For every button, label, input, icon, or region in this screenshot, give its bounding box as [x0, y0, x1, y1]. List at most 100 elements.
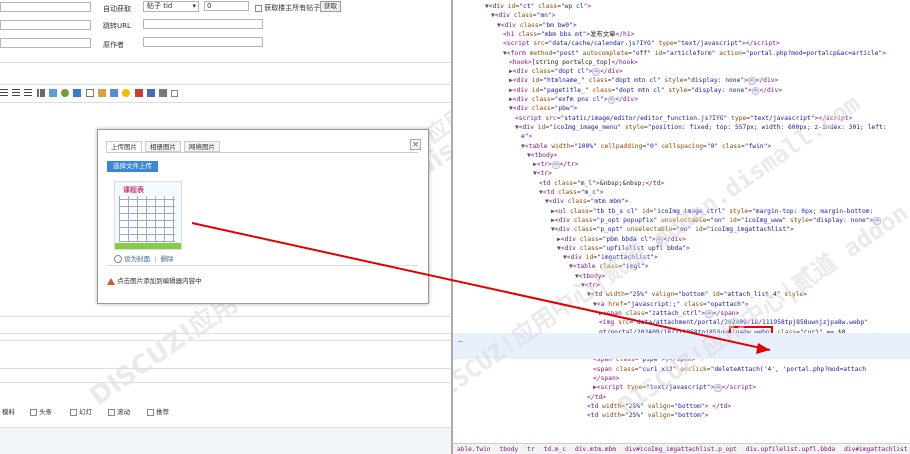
code-icon[interactable]: [159, 89, 168, 97]
post-type-select-value: 帖子 tid: [147, 2, 173, 10]
dom-tree[interactable]: ▼<div id="ct" class="wp cl"> ▼<div class=…: [453, 0, 910, 443]
thumb-timetable-grid: [119, 196, 175, 242]
left-field-2[interactable]: [0, 20, 91, 30]
dom-node-line[interactable]: ▶<ul class="tb tb_s cl" id="icoImg_image…: [551, 207, 873, 216]
dom-node-line[interactable]: ▼<tbody>: [527, 151, 557, 160]
dom-node-line[interactable]: ▶<span class="zattach_ctrl"> ⋯ </span>: [599, 309, 739, 318]
smiley-icon[interactable]: [122, 89, 131, 97]
dom-node-line[interactable]: </td>: [587, 393, 606, 402]
attr-checkbox[interactable]: [147, 408, 154, 416]
attr-checkbox[interactable]: [70, 408, 77, 416]
dom-node-line[interactable]: ▼<tr>: [533, 169, 552, 178]
jump-url-input[interactable]: [143, 19, 263, 29]
thumb-caption: 课程表: [123, 186, 144, 194]
dom-node-line[interactable]: ▶<div class="pbm bbda cl"> ⋯ </div>: [557, 235, 686, 244]
close-icon[interactable]: ×: [410, 139, 421, 150]
dom-node-line[interactable]: ▶<div class="dopt cl"> ⋯ </div>: [509, 67, 623, 77]
tab-web-image[interactable]: 网络图片: [184, 141, 220, 152]
author-input[interactable]: [143, 37, 263, 47]
dom-node-line[interactable]: <td width="25%" valign="bottom"> </td>: [587, 402, 731, 411]
dom-node-line[interactable]: <script src="data/cache/calendar.js?IYG"…: [503, 39, 780, 48]
align-left-icon[interactable]: [0, 89, 8, 97]
dom-node-line[interactable]: ▼<div id="imgattachlist">: [563, 253, 658, 262]
divider: [0, 368, 451, 369]
set-cover-link[interactable]: 设为封面: [124, 255, 150, 263]
dom-node-line[interactable]: ▼<div id="ct" class="wp cl">: [485, 2, 591, 11]
dom-node-line[interactable]: <hook>[string portalcp_top]</hook>: [509, 58, 638, 67]
breadcrumb-item[interactable]: div#imgattachlist: [844, 446, 907, 453]
dom-node-line[interactable]: e">: [521, 132, 532, 141]
dom-node-line[interactable]: ▶<div class="exfm pns cl"> ⋯ </div>: [509, 95, 638, 104]
auto-get-label: 自动获取: [103, 5, 131, 13]
left-field-1[interactable]: [0, 2, 91, 12]
dom-node-line[interactable]: ▼<div class="bm bw0">: [497, 21, 577, 30]
tid-input[interactable]: 0: [204, 1, 249, 11]
hint-divider: [106, 265, 418, 266]
dom-node-line[interactable]: <td width="25%" valign="bottom">: [587, 411, 708, 420]
dom-node-line[interactable]: <script src="static/image/editor/editor_…: [515, 114, 852, 123]
selected-node-highlight: [453, 333, 910, 359]
delete-link[interactable]: 删除: [160, 255, 173, 263]
dom-node-line[interactable]: ▶<tr> ⋯ </tr>: [533, 160, 579, 170]
dom-node-line[interactable]: ▼<table class="imgl">: [569, 262, 649, 271]
dom-node-line[interactable]: ▼<div class="mtm mbm">: [545, 197, 628, 206]
dom-node-line[interactable]: <h1 class="mbm bbs mt">发布文章</h1>: [503, 30, 634, 39]
dom-node-line[interactable]: </span>: [593, 374, 620, 383]
attachment-icon[interactable]: [85, 89, 94, 97]
dom-node-line[interactable]: ▼<div class="upfilelist upfl bbda">: [557, 244, 690, 253]
dom-node-line[interactable]: ▼<a href="javascript:;" class="opattach"…: [593, 300, 749, 309]
dom-node-line[interactable]: ▶<div id="htmlname_" class="dopt mtn cl"…: [509, 76, 778, 86]
dom-node-line[interactable]: ▼<table width="100%" cellpadding="0" cel…: [521, 142, 771, 151]
breadcrumb-item[interactable]: tbody: [500, 446, 519, 453]
attr-checkbox[interactable]: [108, 408, 115, 416]
dom-node-line[interactable]: ▼<div class="pbw">: [509, 104, 577, 113]
dom-node-line[interactable]: ▼<td width="25%" valign="bottom" id="att…: [587, 290, 807, 299]
page-break-icon[interactable]: [146, 89, 155, 97]
dom-node-line[interactable]: ▼<td class="m_c">: [539, 188, 604, 197]
editor-toolbar: [0, 89, 179, 99]
tab-upload-image[interactable]: 上传图片: [106, 141, 142, 152]
unlink-icon[interactable]: [73, 89, 82, 97]
dom-node-line[interactable]: ▼<tbody>: [575, 272, 605, 281]
dom-node-line[interactable]: ▼<div class="p_opt" unselectable="on" id…: [551, 225, 794, 234]
dom-node-line[interactable]: <td class="m_l">&nbsp;&nbsp;</td>: [539, 179, 664, 188]
breadcrumb-item[interactable]: div.mtm.mbm: [575, 446, 616, 453]
breadcrumb-item[interactable]: td.m_c: [544, 446, 566, 453]
dom-node-line[interactable]: ▼<div id="icoImg_image_menu" style="posi…: [515, 123, 887, 132]
breadcrumb-item[interactable]: able.fwin: [457, 446, 491, 453]
attr-checkbox[interactable]: [30, 408, 37, 416]
fetch-all-label: 获取楼主所有帖子: [264, 4, 321, 12]
dom-node-line[interactable]: ▼<tr>: [581, 281, 600, 290]
left-field-3[interactable]: [0, 38, 91, 48]
table-icon[interactable]: [134, 89, 143, 97]
dom-node-line[interactable]: ▶<script type="text/javascript"> ⋯ </scrip…: [593, 383, 756, 393]
set-cover-radio[interactable]: [114, 255, 122, 263]
dom-node-line[interactable]: ▼<div class="mn">: [491, 11, 556, 20]
more-options-icon[interactable]: ⋯: [458, 337, 463, 346]
fetch-all-checkbox[interactable]: [255, 4, 262, 12]
align-center-icon[interactable]: [12, 89, 21, 97]
align-right-icon[interactable]: [24, 89, 33, 97]
insert-image-icon[interactable]: [48, 89, 57, 97]
list-icon[interactable]: [36, 89, 45, 97]
dom-node-line[interactable]: ▼<form method="post" autocomplete="off" …: [503, 49, 886, 58]
divider: [0, 340, 451, 341]
dom-node-line[interactable]: <img src="data/attachment/portal/202409/…: [599, 318, 868, 327]
select-file-upload-button[interactable]: 选择文件上传: [107, 161, 158, 172]
breadcrumb-item[interactable]: tr: [527, 446, 534, 453]
uploaded-image-thumbnail[interactable]: 课程表: [114, 181, 182, 250]
dom-node-line[interactable]: ▶<div class="p_opt popupfix" unselectabl…: [551, 216, 882, 225]
dom-node-line[interactable]: ▶<div id="pagetitle_" class="dopt mtn cl…: [509, 86, 782, 95]
music-icon[interactable]: [110, 89, 119, 97]
flash-icon[interactable]: [97, 89, 106, 97]
link-icon[interactable]: [61, 89, 70, 97]
divider: [0, 84, 451, 85]
post-type-select[interactable]: 帖子 tid ▾: [143, 1, 199, 12]
dom-node-line[interactable]: <span class="cur1 xi2" onclick="deleteAt…: [593, 365, 866, 374]
breadcrumb-item[interactable]: div#icoImg_imgattachlist.p_opt: [625, 446, 737, 453]
tab-album-image[interactable]: 相册图片: [145, 141, 181, 152]
fetch-button[interactable]: 获取: [320, 1, 341, 12]
attr-item-5: 推荐: [147, 406, 169, 416]
breadcrumb-item[interactable]: div.upfilelist.upfl.bbda: [746, 446, 835, 453]
source-mode-checkbox[interactable]: [171, 89, 179, 97]
